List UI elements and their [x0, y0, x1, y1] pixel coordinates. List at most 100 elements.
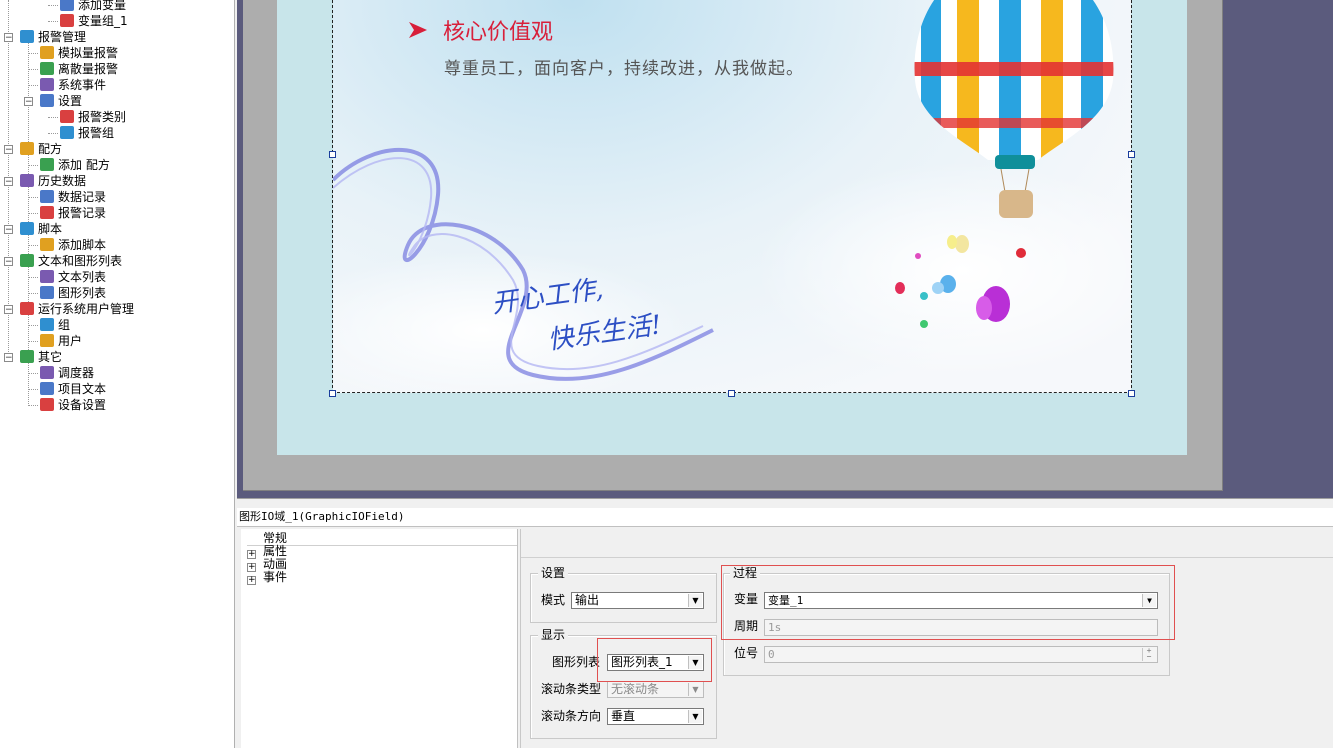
tree-item[interactable]: 图形列表 [40, 285, 106, 301]
chevron-down-icon[interactable]: ▼ [688, 710, 702, 723]
tree-collapse-toggle[interactable]: − [4, 177, 13, 187]
expand-icon[interactable]: + [247, 576, 256, 585]
tree-connector [28, 293, 38, 294]
graphic-list-label: 图形列表 [552, 655, 601, 669]
tree-item-icon [20, 254, 34, 267]
tree-item-label: 文本和图形列表 [38, 254, 123, 268]
tree-item[interactable]: 项目文本 [40, 381, 106, 397]
scrollbar-type-value: 无滚动条 [611, 682, 660, 696]
tree-connector [28, 389, 38, 390]
highlight-box-graphic-list [597, 638, 712, 682]
tree-item-icon [60, 126, 74, 139]
tree-connector [28, 69, 38, 70]
tree-item-label: 报警管理 [38, 30, 87, 44]
scrollbar-direction-label: 滚动条方向 [541, 709, 602, 723]
tree-item[interactable]: 变量组_1 [60, 13, 128, 29]
tree-item[interactable]: 离散量报警 [40, 61, 118, 77]
tree-item-icon [40, 78, 54, 91]
tree-collapse-toggle[interactable]: − [4, 305, 13, 315]
tree-collapse-toggle[interactable]: − [4, 145, 13, 155]
scrollbar-direction-select[interactable]: 垂直 ▼ [607, 708, 704, 725]
property-nav-label: 属性 [263, 544, 288, 558]
property-nav-tree[interactable]: 常规 + 属性 + 动画 + 事件 [241, 529, 518, 748]
tree-item[interactable]: 添加 配方 [40, 157, 110, 173]
tree-item-label: 数据记录 [58, 190, 107, 204]
tree-item[interactable]: 组 [40, 317, 70, 333]
tree-collapse-toggle[interactable]: − [4, 225, 13, 235]
project-tree[interactable]: 添加变量 变量组_1 − 报警管理 模拟量报警 离散量报警 系统事件 − 设置 报警类别 报警组 − 配… [0, 0, 235, 748]
tree-item-label: 模拟量报警 [58, 46, 119, 60]
tree-connector [48, 21, 58, 22]
tree-item[interactable]: 设置 [40, 93, 82, 109]
tree-item[interactable]: 设备设置 [40, 397, 106, 413]
tree-connector [48, 133, 58, 134]
tree-collapse-toggle[interactable]: − [24, 97, 33, 107]
tree-item[interactable]: 报警组 [60, 125, 114, 141]
tree-item-label: 添加脚本 [58, 238, 107, 252]
mode-select[interactable]: 输出 ▼ [571, 592, 704, 609]
scrollbar-direction-value: 垂直 [611, 709, 636, 723]
tree-item-icon [20, 222, 34, 235]
tree-item[interactable]: 运行系统用户管理 [20, 301, 134, 317]
tree-connector [28, 373, 38, 374]
tree-item-icon [40, 46, 54, 59]
resize-handle-left[interactable] [329, 151, 336, 158]
tree-item[interactable]: 历史数据 [20, 173, 86, 189]
mode-value: 输出 [575, 593, 600, 607]
tree-item[interactable]: 用户 [40, 333, 82, 349]
tree-item[interactable]: 脚本 [20, 221, 62, 237]
tree-item-icon [20, 302, 34, 315]
tree-item-icon [40, 286, 54, 299]
tree-item-icon [40, 238, 54, 251]
highlight-box-process [721, 565, 1175, 640]
tree-item[interactable]: 报警记录 [40, 205, 106, 221]
tree-connector [48, 117, 58, 118]
chevron-down-icon[interactable]: ▼ [688, 594, 702, 607]
tree-item[interactable]: 文本列表 [40, 269, 106, 285]
tree-item[interactable]: 报警类别 [60, 109, 126, 125]
tree-connector [28, 325, 38, 326]
display-group-label: 显示 [538, 628, 569, 642]
tree-connector [28, 165, 38, 166]
resize-handle-bottom-right[interactable] [1128, 390, 1135, 397]
bit-field: 0 + − [764, 646, 1158, 663]
tree-item[interactable]: 模拟量报警 [40, 45, 118, 61]
tree-item[interactable]: 系统事件 [40, 77, 106, 93]
tree-connector [28, 213, 38, 214]
divider [521, 557, 1333, 558]
tree-item[interactable]: 报警管理 [20, 29, 86, 45]
scrollbar-type-select: 无滚动条 ▼ [607, 681, 704, 698]
tree-item[interactable]: 添加变量 [60, 0, 126, 13]
tree-item-label: 添加 配方 [58, 158, 110, 172]
tree-item[interactable]: 配方 [20, 141, 62, 157]
tree-collapse-toggle[interactable]: − [4, 33, 13, 43]
tree-connector [28, 405, 38, 406]
tree-connector [28, 277, 38, 278]
tree-collapse-toggle[interactable]: − [4, 353, 13, 363]
tree-item-icon [60, 14, 74, 27]
tree-item-icon [60, 0, 74, 11]
tree-item-icon [40, 190, 54, 203]
tree-item-icon [40, 382, 54, 395]
tree-item-label: 调度器 [58, 366, 95, 380]
resize-handle-right[interactable] [1128, 151, 1135, 158]
tree-item[interactable]: 添加脚本 [40, 237, 106, 253]
tree-item-icon [60, 110, 74, 123]
scrollbar-type-label: 滚动条类型 [541, 682, 602, 696]
property-nav-item[interactable]: 常规 [247, 532, 517, 546]
bit-label: 位号 [734, 646, 759, 660]
tree-item-icon [40, 366, 54, 379]
resize-handle-bottom-left[interactable] [329, 390, 336, 397]
tree-item[interactable]: 数据记录 [40, 189, 106, 205]
tree-item-label: 离散量报警 [58, 62, 119, 76]
tree-collapse-toggle[interactable]: − [4, 257, 13, 267]
tree-item[interactable]: 其它 [20, 349, 62, 365]
resize-handle-bottom[interactable] [728, 390, 735, 397]
property-nav-item[interactable]: + 事件 [247, 571, 287, 585]
tree-item-label: 报警组 [78, 126, 115, 140]
tree-item[interactable]: 调度器 [40, 365, 94, 381]
tree-item-icon [20, 350, 34, 363]
tree-item-label: 系统事件 [58, 78, 107, 92]
tree-item-label: 历史数据 [38, 174, 87, 188]
tree-item[interactable]: 文本和图形列表 [20, 253, 122, 269]
